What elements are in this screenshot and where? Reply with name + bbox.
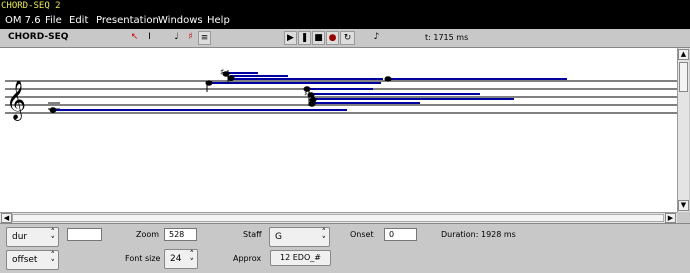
accidental-tool-icon[interactable]: ♯ (184, 31, 197, 45)
notehead (384, 76, 392, 82)
notehead (227, 75, 235, 81)
menu-bar: OM 7.6 File Edit Presentation Windows He… (0, 12, 690, 29)
pause-icon[interactable]: ❚ (298, 31, 311, 45)
zoom-label: Zoom (136, 230, 160, 239)
control-panel (0, 223, 690, 273)
staff-lines (5, 80, 677, 114)
sharp-icon: ♯ (304, 89, 308, 98)
sharp-icon: ♯ (220, 68, 224, 78)
display-select-value: offset (12, 255, 38, 265)
staff-label: Staff (243, 230, 262, 239)
updown-chevron-icon: ˄ ˅ (50, 228, 56, 246)
arrow-tool-icon[interactable]: ↖ (128, 31, 141, 45)
notes: ♯ ♯ (49, 68, 392, 113)
approx-label: Approx (233, 254, 262, 263)
onset-label: Onset (350, 230, 374, 239)
midi-icon[interactable]: ♪ (370, 31, 383, 45)
window-title: CHORD-SEQ 2 (0, 0, 690, 12)
scroll-up-icon[interactable]: ▲ (678, 49, 689, 60)
stop-icon[interactable]: ■ (312, 31, 325, 45)
notehead (49, 107, 57, 113)
fontsize-label: Font size (125, 254, 161, 263)
onset-input[interactable]: 0 (384, 228, 417, 241)
horizontal-scrollbar[interactable]: ◀ ▶ (0, 212, 677, 223)
updown-chevron-icon: ˄ ˅ (189, 250, 195, 268)
fontsize-value: 24 (170, 254, 182, 264)
time-readout: t: 1715 ms (425, 33, 469, 42)
record-icon[interactable]: ● (326, 31, 339, 45)
note-tool-icon[interactable]: ♩ (170, 31, 183, 45)
vertical-scroll-thumb[interactable] (679, 62, 688, 92)
scroll-left-icon[interactable]: ◀ (1, 213, 12, 223)
menu-file[interactable]: File (45, 12, 62, 29)
notehead (308, 101, 316, 107)
updown-chevron-icon: ˄ ˅ (50, 251, 56, 269)
text-cursor-icon[interactable]: I (143, 31, 156, 45)
zoom-input[interactable]: 528 (164, 228, 197, 241)
horizontal-scroll-thumb[interactable] (12, 214, 664, 222)
treble-clef-icon: 𝄞 (6, 80, 26, 121)
updown-chevron-icon: ˄ ˅ (321, 228, 327, 246)
menu-help[interactable]: Help (207, 12, 230, 29)
display-select-value: dur (12, 232, 28, 242)
blank-input[interactable] (67, 228, 102, 241)
display-select-offset[interactable]: offset ˄ ˅ (6, 250, 59, 270)
play-icon[interactable]: ▶ (284, 31, 297, 45)
staff-value: G (275, 232, 282, 242)
duration-readout: Duration: 1928 ms (441, 230, 516, 239)
approx-button[interactable]: 12 EDO_# (270, 250, 331, 266)
menu-edit[interactable]: Edit (69, 12, 88, 29)
scroll-right-icon[interactable]: ▶ (665, 213, 676, 223)
display-select-dur[interactable]: dur ˄ ˅ (6, 227, 59, 247)
score-canvas[interactable]: 𝄞 ♯ ♯ (0, 48, 677, 212)
menu-presentation[interactable]: Presentation (96, 12, 159, 29)
scroll-down-icon[interactable]: ▼ (678, 200, 689, 211)
vertical-scrollbar[interactable]: ▲ ▼ (677, 48, 689, 212)
loop-icon[interactable]: ↻ (340, 31, 355, 45)
score-svg: 𝄞 ♯ ♯ (5, 68, 677, 121)
staff-select[interactable]: G ˄ ˅ (269, 227, 330, 247)
editor-label: CHORD-SEQ (8, 32, 69, 42)
chord-tool-icon[interactable]: ≡ (198, 31, 211, 45)
menu-windows[interactable]: Windows (158, 12, 203, 29)
toolbar: CHORD-SEQ ↖ I ♩ ♯ ≡ ▶ ❚ ■ ● ↻ ♪ t: 1715 … (0, 29, 690, 48)
menu-om[interactable]: OM 7.6 (5, 12, 41, 29)
fontsize-select[interactable]: 24 ˄ ˅ (164, 249, 198, 269)
